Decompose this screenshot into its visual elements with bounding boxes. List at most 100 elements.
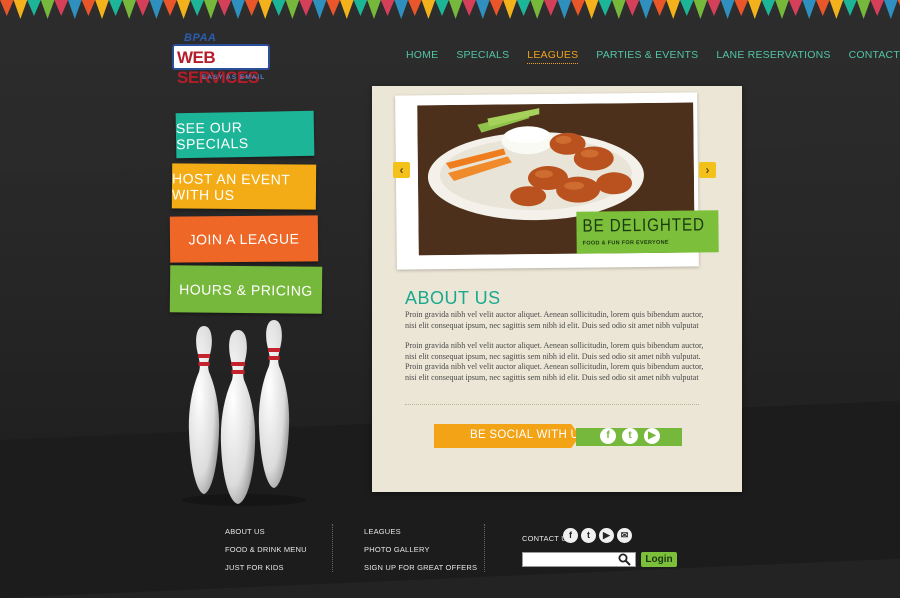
bunting-flag — [380, 0, 395, 16]
footer-link-kids[interactable]: JUST FOR KIDS — [225, 563, 284, 572]
see-specials-button[interactable]: See Our Specials — [175, 110, 315, 159]
login-button[interactable]: Login — [641, 552, 677, 567]
bunting-flag — [625, 0, 640, 16]
footer-youtube-icon[interactable]: ▶ — [599, 528, 614, 543]
bunting-flag — [285, 0, 300, 19]
bunting-flag — [81, 0, 96, 16]
bunting-flag — [884, 0, 898, 19]
slider-prev-button[interactable]: ‹ — [393, 162, 410, 178]
main-content-card: BE DELIGHTED FOOD & FUN FOR EVERYONE ‹ ›… — [372, 86, 742, 492]
logo-mark: BPAA — [184, 32, 217, 44]
promo-title: BE DELIGHTED — [582, 214, 705, 236]
bunting-flag — [0, 0, 14, 16]
bunting-flag — [176, 0, 191, 19]
footer-divider — [484, 524, 485, 572]
bunting-flag — [870, 0, 884, 16]
join-league-button[interactable]: Join a League — [169, 215, 319, 263]
bunting-flag — [122, 0, 136, 19]
nav-leagues[interactable]: Leagues — [527, 49, 579, 64]
bunting-flag — [571, 0, 585, 16]
divider — [405, 404, 699, 405]
bunting-flag — [54, 0, 68, 16]
bunting-flag — [666, 0, 680, 19]
about-title: ABOUT US — [405, 288, 501, 308]
bunting-flag — [802, 0, 816, 19]
bunting-flag — [95, 0, 109, 19]
bunting-flag — [843, 0, 857, 16]
about-paragraph: Proin gravida nibh vel velit auctor aliq… — [405, 310, 704, 330]
bunting-flag — [312, 0, 327, 19]
bunting-flag — [149, 0, 164, 19]
footer-link-leagues[interactable]: LEAGUES — [364, 527, 401, 536]
footer-email-icon[interactable]: ✉ — [617, 528, 632, 543]
bunting-flag — [217, 0, 232, 16]
footer-facebook-icon[interactable]: f — [563, 528, 578, 543]
bunting-flag — [408, 0, 422, 16]
bunting-flag — [476, 0, 490, 19]
footer-link-menu[interactable]: FOOD & DRINK MENU — [225, 545, 307, 554]
main-nav: Home Specials Leagues Parties & Events L… — [406, 49, 900, 64]
about-paragraph: Proin gravida nibh vel velit auctor aliq… — [405, 341, 704, 361]
bunting-flag — [612, 0, 626, 19]
bunting-flag — [231, 0, 245, 19]
bunting-flag — [462, 0, 476, 16]
bunting-flag — [489, 0, 504, 16]
social-label: Be Social With Us — [470, 429, 588, 441]
logo-tagline: EASY AS EMAIL — [202, 74, 266, 81]
bunting-flag — [421, 0, 436, 19]
nav-specials[interactable]: Specials — [456, 49, 509, 64]
bunting-flag — [652, 0, 667, 16]
bunting-flag — [639, 0, 653, 19]
logo-box: WEB SERVICES — [172, 44, 270, 87]
social-label-ribbon: Be Social With Us — [434, 424, 580, 448]
nav-parties-events[interactable]: Parties & Events — [596, 49, 698, 64]
bunting-flag — [204, 0, 218, 19]
footer-link-about[interactable]: ABOUT US — [225, 527, 265, 536]
bunting-flag — [544, 0, 558, 16]
bunting-flag — [598, 0, 612, 16]
bunting-flag — [748, 0, 762, 19]
bunting-flag — [516, 0, 531, 16]
bunting-flag — [734, 0, 748, 16]
footer-divider — [332, 524, 333, 572]
bunting-flag — [816, 0, 830, 16]
host-event-button[interactable]: Host an Event With Us — [171, 163, 317, 210]
facebook-icon[interactable]: f — [600, 428, 616, 444]
bunting-flag — [13, 0, 28, 19]
bunting-flag — [108, 0, 123, 16]
bunting-flag — [829, 0, 844, 19]
bunting-flag — [367, 0, 381, 19]
youtube-icon[interactable]: ▶ — [644, 428, 660, 444]
bunting-flag — [761, 0, 776, 16]
bunting-flag — [530, 0, 544, 19]
footer-link-gallery[interactable]: PHOTO GALLERY — [364, 545, 430, 554]
slider-frame: BE DELIGHTED FOOD & FUN FOR EVERYONE — [395, 92, 719, 270]
footer-link-offers[interactable]: SIGN UP FOR GREAT OFFERS — [364, 563, 477, 572]
social-icons-ribbon: f t ▶ — [576, 428, 682, 446]
social-banner: Be Social With Us f t ▶ — [434, 424, 682, 448]
bunting-flag — [693, 0, 708, 19]
bunting-flag — [720, 0, 735, 19]
twitter-icon[interactable]: t — [622, 428, 638, 444]
promo-banner: BE DELIGHTED FOOD & FUN FOR EVERYONE — [576, 210, 719, 254]
nav-lane-reservations[interactable]: Lane Reservations — [716, 49, 830, 64]
bunting-flag — [272, 0, 286, 16]
slider-next-button[interactable]: › — [699, 162, 716, 178]
bunting-flag — [68, 0, 82, 19]
bunting-flag — [394, 0, 408, 19]
hours-pricing-button[interactable]: Hours & Pricing — [169, 265, 323, 314]
logo-name: WEB SERVICES — [177, 48, 259, 87]
bunting-flag — [299, 0, 313, 16]
nav-home[interactable]: Home — [406, 49, 438, 64]
bunting-flag — [326, 0, 340, 16]
bunting-flag — [40, 0, 55, 19]
bunting-flag — [557, 0, 572, 19]
bowling-pins-image — [182, 320, 306, 506]
bunting-flag — [258, 0, 272, 19]
search-icon[interactable] — [618, 553, 631, 566]
footer-twitter-icon[interactable]: t — [581, 528, 596, 543]
bunting-flag — [788, 0, 803, 16]
nav-contact-us[interactable]: Contact Us — [849, 49, 900, 64]
site-logo[interactable]: BPAA WEB SERVICES EASY AS EMAIL — [172, 32, 272, 87]
bunting-flag — [856, 0, 871, 19]
